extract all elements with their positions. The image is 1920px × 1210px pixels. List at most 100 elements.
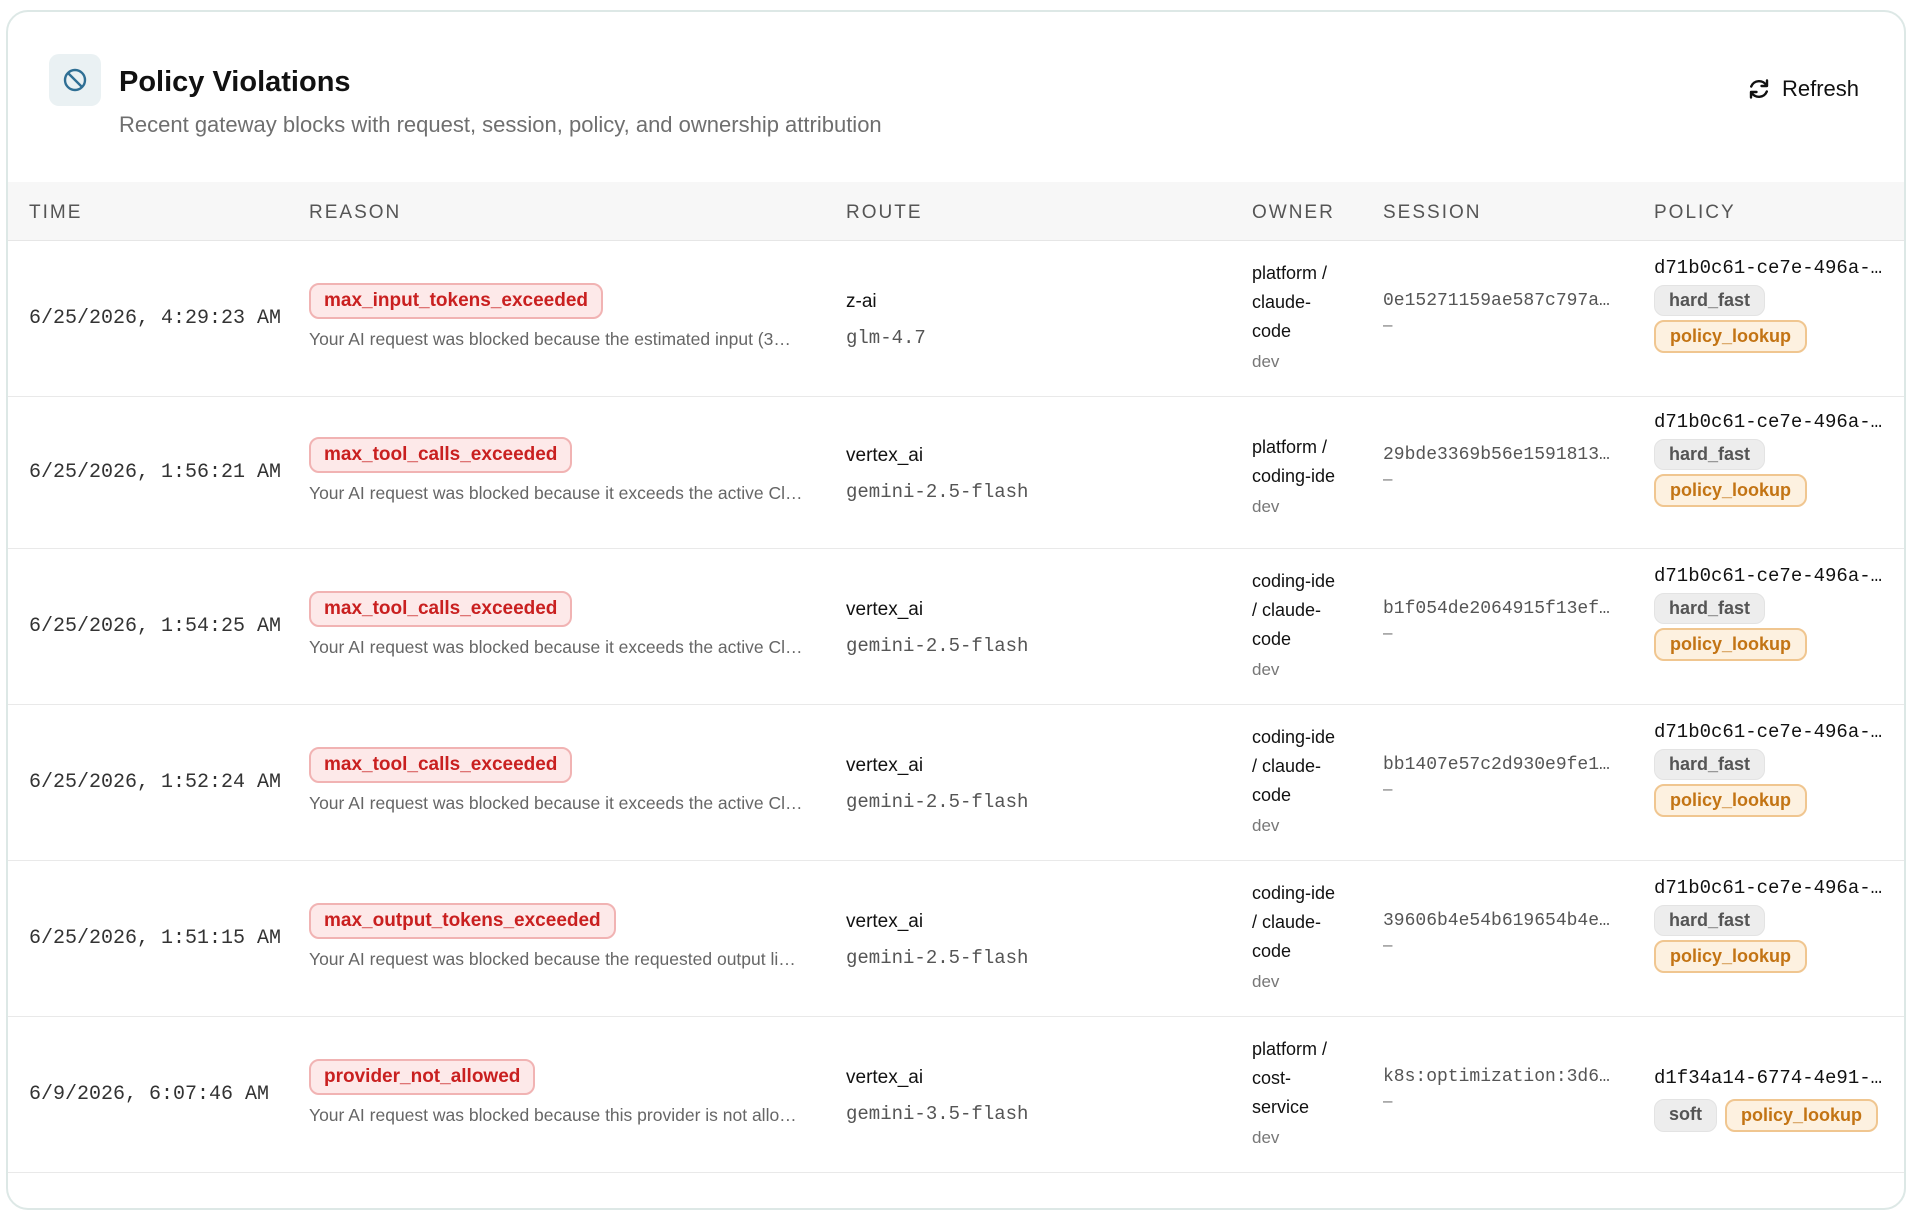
owner-line: platform /: [1252, 437, 1328, 457]
session-cell: bb1407e57c2d930e9fe1… –: [1383, 755, 1623, 799]
policy-id[interactable]: d71b0c61-ce7e-496a-8…: [1654, 411, 1889, 433]
policy-tags: hard_fast policy_lookup: [1654, 593, 1889, 661]
owner-cell: coding-ide / claude-code dev: [1252, 567, 1347, 680]
policy-cell: d71b0c61-ce7e-496a-8… hard_fast policy_l…: [1654, 257, 1889, 353]
policy-cell: d71b0c61-ce7e-496a-8… hard_fast policy_l…: [1654, 411, 1889, 507]
session-cell: 0e15271159ae587c797a… –: [1383, 291, 1623, 335]
owner-line: claude-: [1252, 292, 1312, 312]
owner-line: / claude-: [1252, 756, 1322, 776]
policy-mode-tag: hard_fast: [1654, 905, 1766, 936]
route-model: gemini-2.5-flash: [846, 791, 1029, 813]
owner-env: dev: [1252, 660, 1280, 679]
owner-line: / claude-: [1252, 600, 1322, 620]
owner-line: coding-ide: [1252, 883, 1336, 903]
owner-line: platform /: [1252, 263, 1328, 283]
policy-cell: d71b0c61-ce7e-496a-8… hard_fast policy_l…: [1654, 565, 1889, 661]
policy-id[interactable]: d71b0c61-ce7e-496a-8…: [1654, 565, 1889, 587]
column-header-reason[interactable]: REASON: [309, 202, 401, 224]
route-provider: z-ai: [846, 291, 877, 312]
column-header-session[interactable]: SESSION: [1383, 202, 1481, 224]
time-cell: 6/25/2026, 4:29:23 AM: [29, 307, 282, 330]
reason-badge: max_output_tokens_exceeded: [309, 903, 616, 939]
policy-lookup-tag: policy_lookup: [1654, 320, 1808, 353]
reason-badge: max_input_tokens_exceeded: [309, 283, 604, 319]
route-provider: vertex_ai: [846, 445, 924, 466]
owner-env: dev: [1252, 972, 1280, 991]
policy-mode-tag: hard_fast: [1654, 439, 1766, 470]
refresh-button[interactable]: Refresh: [1732, 64, 1873, 114]
reason-message: Your AI request was blocked because this…: [309, 1105, 797, 1125]
reason-badge: provider_not_allowed: [309, 1059, 536, 1095]
policy-id[interactable]: d71b0c61-ce7e-496a-8…: [1654, 877, 1889, 899]
route-model: gemini-3.5-flash: [846, 1103, 1029, 1125]
reason-message: Your AI request was blocked because the …: [309, 329, 791, 349]
column-header-owner[interactable]: OWNER: [1252, 202, 1335, 224]
policy-lookup-tag: policy_lookup: [1654, 628, 1808, 661]
table-row[interactable]: 6/25/2026, 1:56:21 AM max_tool_calls_exc…: [8, 397, 1904, 549]
session-id[interactable]: k8s:optimization:3d6…: [1383, 1067, 1623, 1087]
owner-line: platform /: [1252, 1039, 1328, 1059]
session-id[interactable]: bb1407e57c2d930e9fe1…: [1383, 755, 1623, 775]
reason-message: Your AI request was blocked because it e…: [309, 483, 803, 503]
policy-tags: hard_fast policy_lookup: [1654, 439, 1889, 507]
reason-cell: provider_not_allowed Your AI request was…: [309, 1059, 809, 1126]
policy-lookup-tag: policy_lookup: [1654, 474, 1808, 507]
policy-id[interactable]: d71b0c61-ce7e-496a-8…: [1654, 721, 1889, 743]
policy-violations-card: Policy Violations Recent gateway blocks …: [6, 10, 1906, 1210]
policy-cell: d71b0c61-ce7e-496a-8… hard_fast policy_l…: [1654, 877, 1889, 973]
session-id[interactable]: 39606b4e54b619654b4e…: [1383, 911, 1623, 931]
page-title: Policy Violations: [119, 66, 351, 98]
policy-tags: hard_fast policy_lookup: [1654, 285, 1889, 353]
owner-line: code: [1252, 941, 1292, 961]
session-cell: 39606b4e54b619654b4e… –: [1383, 911, 1623, 955]
owner-cell: platform / coding-ide dev: [1252, 433, 1347, 517]
policy-cell: d71b0c61-ce7e-496a-8… hard_fast policy_l…: [1654, 721, 1889, 817]
reason-message: Your AI request was blocked because it e…: [309, 637, 803, 657]
policy-lookup-tag: policy_lookup: [1725, 1099, 1879, 1132]
owner-line: code: [1252, 629, 1292, 649]
owner-cell: platform / claude-code dev: [1252, 259, 1347, 372]
route-cell: vertex_ai gemini-3.5-flash: [846, 1067, 1028, 1125]
route-model: glm-4.7: [846, 327, 926, 349]
route-cell: vertex_ai gemini-2.5-flash: [846, 911, 1028, 969]
owner-line: / claude-: [1252, 912, 1322, 932]
column-header-route[interactable]: ROUTE: [846, 202, 923, 224]
table-row[interactable]: 6/25/2026, 4:29:23 AM max_input_tokens_e…: [8, 241, 1904, 397]
policy-id[interactable]: d71b0c61-ce7e-496a-8…: [1654, 257, 1889, 279]
session-cell: 29bde3369b56e1591813… –: [1383, 445, 1623, 489]
route-cell: z-ai glm-4.7: [846, 291, 926, 349]
table-row[interactable]: 6/9/2026, 6:07:46 AM provider_not_allowe…: [8, 1017, 1904, 1173]
owner-name: coding-ide / claude-code: [1252, 723, 1347, 810]
column-header-time[interactable]: TIME: [29, 202, 82, 224]
owner-cell: coding-ide / claude-code dev: [1252, 723, 1347, 836]
owner-name: platform / claude-code: [1252, 259, 1347, 346]
column-header-policy[interactable]: POLICY: [1654, 202, 1736, 224]
table-row[interactable]: 6/25/2026, 1:51:15 AM max_output_tokens_…: [8, 861, 1904, 1017]
reason-cell: max_input_tokens_exceeded Your AI reques…: [309, 283, 809, 350]
route-model: gemini-2.5-flash: [846, 481, 1029, 503]
owner-env: dev: [1252, 1128, 1280, 1147]
table-row[interactable]: 6/25/2026, 1:52:24 AM max_tool_calls_exc…: [8, 705, 1904, 861]
table-row[interactable]: 6/25/2026, 1:54:25 AM max_tool_calls_exc…: [8, 549, 1904, 705]
session-id[interactable]: 29bde3369b56e1591813…: [1383, 445, 1623, 465]
owner-env: dev: [1252, 352, 1280, 371]
policy-cell: d1f34a14-6774-4e91-a… soft policy_lookup: [1654, 1067, 1889, 1132]
policy-id[interactable]: d1f34a14-6774-4e91-a…: [1654, 1067, 1889, 1089]
route-provider: vertex_ai: [846, 911, 924, 932]
session-id[interactable]: 0e15271159ae587c797a…: [1383, 291, 1623, 311]
route-cell: vertex_ai gemini-2.5-flash: [846, 445, 1028, 503]
reason-badge: max_tool_calls_exceeded: [309, 437, 573, 473]
session-cell: b1f054de2064915f13ef… –: [1383, 599, 1623, 643]
route-provider: vertex_ai: [846, 755, 924, 776]
owner-name: coding-ide / claude-code: [1252, 567, 1347, 654]
route-provider: vertex_ai: [846, 599, 924, 620]
session-id[interactable]: b1f054de2064915f13ef…: [1383, 599, 1623, 619]
table-body: 6/25/2026, 4:29:23 AM max_input_tokens_e…: [8, 241, 1904, 1173]
reason-badge: max_tool_calls_exceeded: [309, 591, 573, 627]
owner-line: coding-ide: [1252, 727, 1336, 747]
owner-env: dev: [1252, 497, 1280, 516]
route-cell: vertex_ai gemini-2.5-flash: [846, 755, 1028, 813]
route-provider: vertex_ai: [846, 1067, 924, 1088]
session-detail: –: [1383, 1091, 1393, 1110]
route-model: gemini-2.5-flash: [846, 635, 1029, 657]
